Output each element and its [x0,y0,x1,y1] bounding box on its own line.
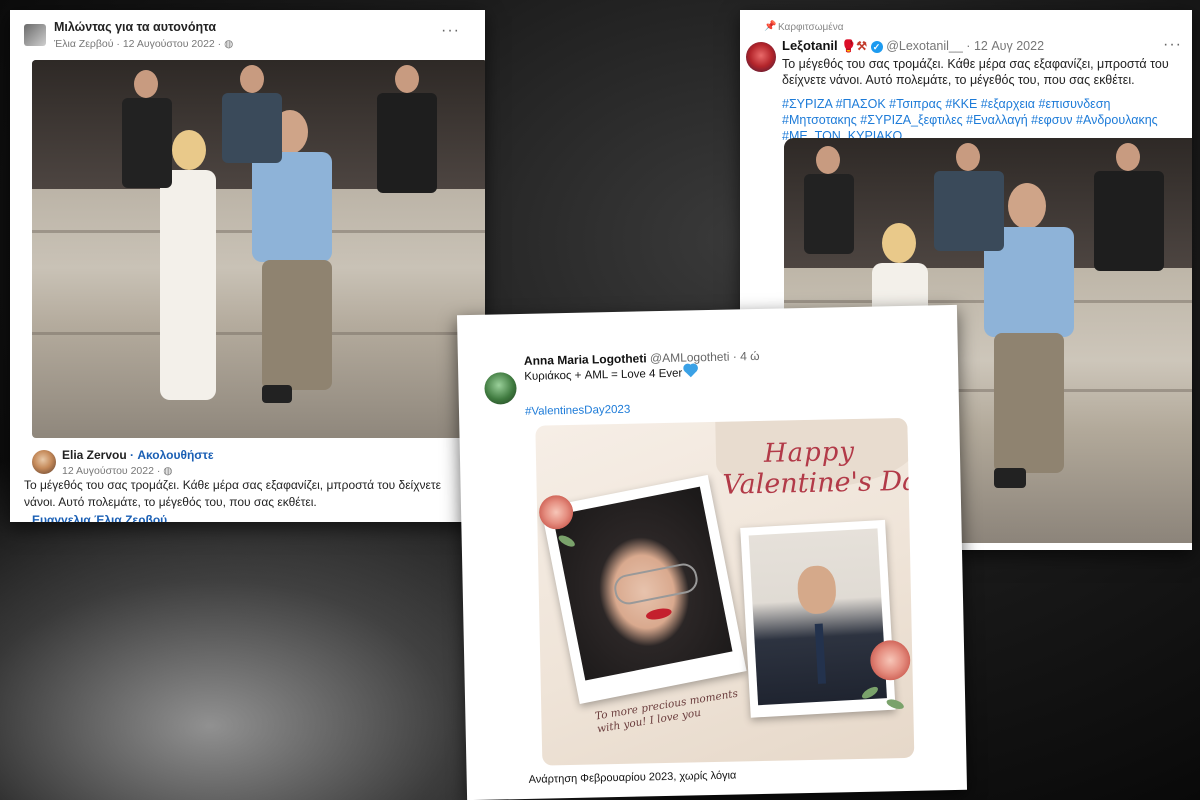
audience-figure [222,65,282,165]
facebook-post-card: Μιλώντας για τα αυτονόητα Έλια Ζερβού · … [10,10,485,522]
author-name[interactable]: Elia Zervou [62,448,127,462]
post-meta: Έλια Ζερβού · 12 Αυγούστου 2022 · ◍ [54,38,234,50]
pinned-label: Καρφιτσωμένα [778,22,844,33]
post-header: Μιλώντας για τα αυτονόητα Έλια Ζερβού · … [24,20,464,60]
happy-heading: Happy [763,436,856,469]
tweet-avatar[interactable] [746,42,776,72]
signature-link[interactable]: Ευαγγελια Έλια Ζερβού [32,513,167,522]
tweet-hashtags[interactable]: #ΣΥΡΙΖΑ #ΠΑΣΟΚ #Τσιπρας #ΚΚΕ #εξαρχεια #… [782,96,1187,144]
face-shape [796,564,838,615]
tweet-author-name[interactable]: Lеξotanil [782,38,838,53]
glasses-shape [611,561,701,607]
group-name[interactable]: Μιλώντας για τα αυτονόητα [54,20,216,34]
author-avatar[interactable] [32,450,56,474]
tweet-name-line: Lеξotanil 🥊⚒ ✓ @Lexotanil__ · 12 Αυγ 202… [782,38,1044,53]
audience-figure [122,70,172,190]
man-photo [748,528,887,706]
tie-shape [814,623,827,684]
more-options-icon[interactable]: ··· [441,22,460,40]
lips-shape [645,606,673,622]
name-emoji: 🥊⚒ [841,39,867,53]
follow-link[interactable]: · Ακολουθήστε [127,448,214,462]
group-avatar[interactable] [24,24,46,46]
flower-decoration [869,639,911,681]
tweet-name-line: Anna Maria Logotheti @AMLogotheti · 4 ώ [524,349,760,368]
tweet-body: Κυριάκος + AML = Love 4 Ever [524,364,698,383]
post-photo[interactable] [32,60,485,438]
pin-icon: 📌 [764,21,777,32]
audience-figure [934,143,1004,253]
image-footer-caption: Ανάρτηση Φεβρουαρίου 2023, χωρίς λόγια [528,769,737,786]
tweet-body: Το μέγεθός του σας τρομάζει. Κάθε μέρα σ… [782,57,1169,87]
tweet-hashtag[interactable]: #ValentinesDay2023 [525,404,631,418]
valentines-day-heading: Valentine's Day [722,465,915,501]
valentine-tweet-card: Anna Maria Logotheti @AMLogotheti · 4 ώ … [456,304,968,800]
blue-heart-icon [684,364,698,378]
audience-figure [1094,143,1164,273]
more-options-icon[interactable]: ··· [1163,36,1182,54]
tweet-text: Κυριάκος + AML = Love 4 Ever [524,367,683,383]
verified-badge-icon: ✓ [870,40,883,53]
tweet-handle-time[interactable]: @AMLogotheti · 4 ώ [650,349,760,365]
woman-photo [552,486,733,681]
audience-figure [377,65,437,195]
author-date: 12 Αυγούστου 2022 · ◍ [62,465,173,477]
tweet-avatar[interactable] [484,372,517,405]
valentine-image[interactable]: Happy Valentine's Day To more precious m… [535,417,915,766]
audience-figure [804,146,854,256]
tweet-handle-date[interactable]: @Lexotanil__ · 12 Αυγ 2022 [886,39,1044,53]
author-name-line: Elia Zervou · Ακολουθήστε [62,448,214,462]
post-text: Το μέγεθός του σας τρομάζει. Κάθε μέρα σ… [24,478,441,509]
tweet-author-name[interactable]: Anna Maria Logotheti [524,351,647,368]
